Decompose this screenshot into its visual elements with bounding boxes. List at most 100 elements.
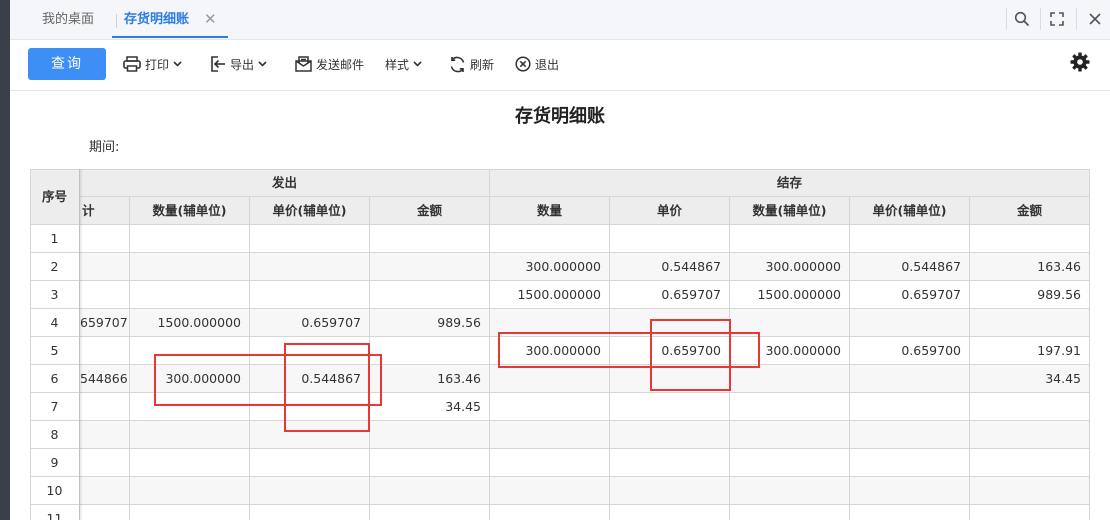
table-cell[interactable] bbox=[610, 477, 730, 505]
table-cell[interactable]: 163.46 bbox=[370, 365, 490, 393]
table-cell[interactable] bbox=[490, 309, 610, 337]
table-cell[interactable] bbox=[80, 225, 130, 253]
table-cell[interactable] bbox=[490, 421, 610, 449]
table-cell[interactable] bbox=[370, 449, 490, 477]
table-cell[interactable]: 1500.000000 bbox=[130, 309, 250, 337]
table-cell[interactable] bbox=[850, 477, 970, 505]
table-cell[interactable]: 989.56 bbox=[370, 309, 490, 337]
table-cell[interactable] bbox=[730, 505, 850, 520]
table-cell[interactable]: 34.45 bbox=[370, 393, 490, 421]
table-cell[interactable] bbox=[730, 365, 850, 393]
tab-inventory-ledger[interactable]: 存货明细账 bbox=[124, 10, 189, 30]
table-cell[interactable] bbox=[250, 421, 370, 449]
table-cell[interactable] bbox=[370, 281, 490, 309]
table-cell[interactable] bbox=[250, 449, 370, 477]
exit-button[interactable]: 退出 bbox=[515, 54, 559, 74]
table-cell[interactable] bbox=[80, 281, 130, 309]
table-cell[interactable] bbox=[610, 505, 730, 520]
table-cell[interactable] bbox=[850, 365, 970, 393]
table-cell[interactable] bbox=[130, 477, 250, 505]
table-cell[interactable]: 659707 bbox=[80, 309, 130, 337]
table-cell[interactable] bbox=[80, 253, 130, 281]
table-cell[interactable] bbox=[130, 337, 250, 365]
table-cell[interactable] bbox=[370, 477, 490, 505]
table-cell[interactable]: 0.544867 bbox=[850, 253, 970, 281]
table-cell[interactable] bbox=[130, 225, 250, 253]
table-cell[interactable]: 300.000000 bbox=[130, 365, 250, 393]
table-cell[interactable]: 0.544867 bbox=[610, 253, 730, 281]
table-cell[interactable] bbox=[80, 505, 130, 520]
table-cell[interactable] bbox=[970, 505, 1090, 520]
table-cell[interactable] bbox=[370, 505, 490, 520]
table-cell[interactable] bbox=[610, 393, 730, 421]
fullscreen-icon[interactable] bbox=[1044, 6, 1070, 32]
table-cell[interactable]: 0.659707 bbox=[250, 309, 370, 337]
table-cell[interactable] bbox=[80, 477, 130, 505]
tab-my-desktop[interactable]: 我的桌面 bbox=[42, 10, 94, 30]
table-cell[interactable] bbox=[130, 449, 250, 477]
print-button[interactable]: 打印 bbox=[123, 54, 182, 74]
table-cell[interactable] bbox=[250, 337, 370, 365]
table-cell[interactable] bbox=[130, 253, 250, 281]
table-cell[interactable] bbox=[730, 477, 850, 505]
table-cell[interactable] bbox=[850, 309, 970, 337]
table-cell[interactable] bbox=[490, 365, 610, 393]
table-cell[interactable]: 163.46 bbox=[970, 253, 1090, 281]
table-cell[interactable] bbox=[370, 253, 490, 281]
style-button[interactable]: 样式 bbox=[385, 54, 422, 74]
table-cell[interactable] bbox=[730, 393, 850, 421]
table-cell[interactable] bbox=[130, 421, 250, 449]
table-cell[interactable] bbox=[130, 505, 250, 520]
table-cell[interactable]: 0.659707 bbox=[610, 281, 730, 309]
table-cell[interactable]: 0.659707 bbox=[850, 281, 970, 309]
table-cell[interactable] bbox=[850, 505, 970, 520]
table-cell[interactable] bbox=[610, 225, 730, 253]
table-cell[interactable] bbox=[250, 505, 370, 520]
send-email-button[interactable]: 发送邮件 bbox=[295, 54, 364, 74]
settings-gear-icon[interactable] bbox=[1070, 52, 1090, 72]
table-cell[interactable]: 300.000000 bbox=[490, 253, 610, 281]
table-cell[interactable]: 544866 bbox=[80, 365, 130, 393]
table-cell[interactable] bbox=[850, 225, 970, 253]
table-cell[interactable]: 1500.000000 bbox=[490, 281, 610, 309]
table-cell[interactable] bbox=[730, 309, 850, 337]
table-cell[interactable] bbox=[730, 449, 850, 477]
table-cell[interactable] bbox=[490, 477, 610, 505]
table-cell[interactable]: 300.000000 bbox=[490, 337, 610, 365]
table-cell[interactable]: 989.56 bbox=[970, 281, 1090, 309]
table-cell[interactable] bbox=[610, 309, 730, 337]
table-cell[interactable] bbox=[970, 225, 1090, 253]
table-cell[interactable] bbox=[250, 477, 370, 505]
table-cell[interactable] bbox=[970, 393, 1090, 421]
table-cell[interactable] bbox=[80, 421, 130, 449]
table-cell[interactable] bbox=[80, 449, 130, 477]
table-cell[interactable] bbox=[490, 505, 610, 520]
table-cell[interactable]: 300.000000 bbox=[730, 337, 850, 365]
table-cell[interactable] bbox=[610, 421, 730, 449]
tab-close-icon[interactable]: ✕ bbox=[204, 9, 217, 29]
table-cell[interactable] bbox=[970, 309, 1090, 337]
table-cell[interactable] bbox=[250, 225, 370, 253]
table-cell[interactable] bbox=[970, 477, 1090, 505]
table-cell[interactable] bbox=[370, 225, 490, 253]
table-cell[interactable] bbox=[730, 421, 850, 449]
table-cell[interactable] bbox=[250, 253, 370, 281]
table-cell[interactable]: 0.544867 bbox=[250, 365, 370, 393]
search-icon[interactable] bbox=[1009, 6, 1035, 32]
table-cell[interactable] bbox=[490, 225, 610, 253]
table-cell[interactable]: 1500.000000 bbox=[730, 281, 850, 309]
table-cell[interactable] bbox=[730, 225, 850, 253]
table-cell[interactable] bbox=[610, 449, 730, 477]
export-button[interactable]: 导出 bbox=[209, 54, 267, 74]
table-cell[interactable] bbox=[970, 421, 1090, 449]
query-button[interactable]: 查询 bbox=[28, 48, 106, 80]
window-close-icon[interactable] bbox=[1082, 6, 1108, 32]
table-cell[interactable]: 197.91 bbox=[970, 337, 1090, 365]
table-cell[interactable] bbox=[130, 281, 250, 309]
table-cell[interactable] bbox=[970, 449, 1090, 477]
table-cell[interactable] bbox=[610, 365, 730, 393]
table-cell[interactable]: 300.000000 bbox=[730, 253, 850, 281]
table-cell[interactable]: 0.659700 bbox=[850, 337, 970, 365]
table-cell[interactable]: 34.45 bbox=[970, 365, 1090, 393]
table-cell[interactable] bbox=[490, 393, 610, 421]
